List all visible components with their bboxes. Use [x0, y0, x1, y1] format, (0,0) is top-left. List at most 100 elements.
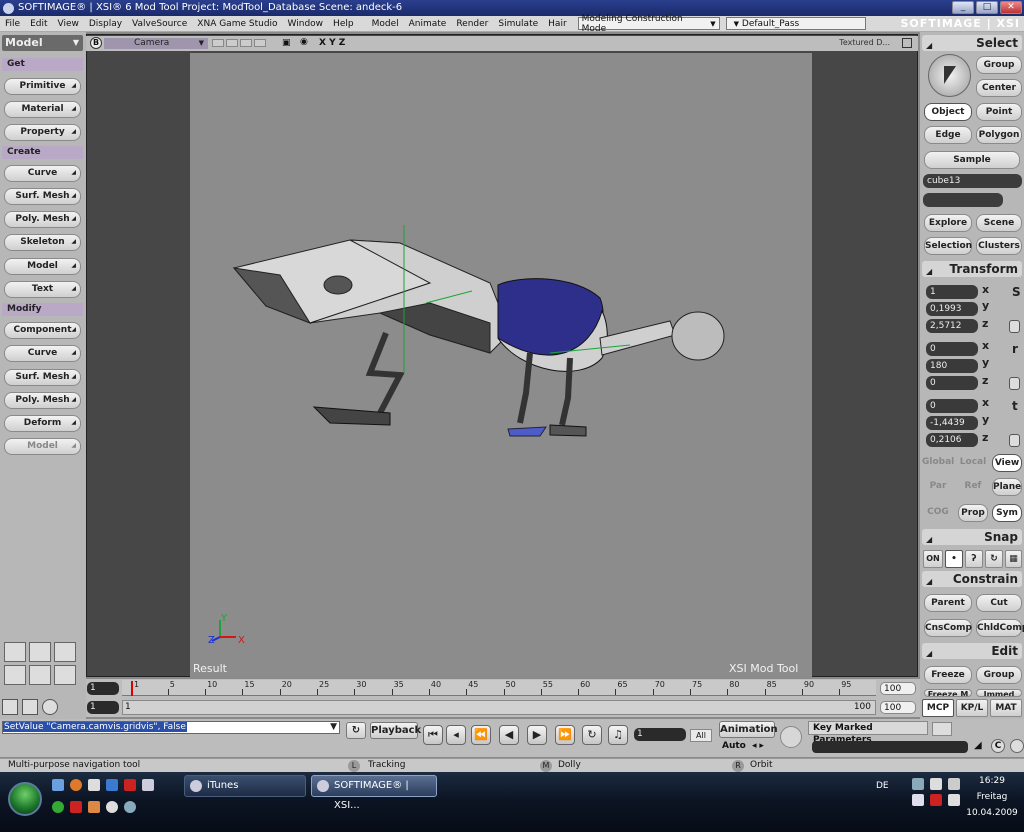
translate-z-field[interactable]: 0,2106: [926, 433, 978, 447]
tab-kpl[interactable]: KP/L: [956, 699, 988, 717]
create-skeleton-button[interactable]: Skeleton ◢: [4, 234, 81, 251]
menu-edit[interactable]: Edit: [25, 19, 52, 29]
rotate-y-field[interactable]: 180: [926, 359, 978, 373]
volume-icon[interactable]: [948, 778, 960, 790]
ref-button[interactable]: Ref: [958, 478, 988, 496]
snap-grid-icon[interactable]: ▦: [1005, 550, 1022, 568]
playback-button[interactable]: Playback: [370, 722, 421, 739]
show-desktop-icon[interactable]: [52, 779, 64, 791]
create-poly-mesh-button[interactable]: Poly. Mesh ◢: [4, 211, 81, 228]
primitive-button[interactable]: Primitive ◢: [4, 78, 81, 95]
key-icon[interactable]: [780, 726, 802, 748]
taskbar-itunes[interactable]: iTunes: [184, 775, 306, 797]
menu-valvesource[interactable]: ValveSource: [127, 19, 192, 29]
timeline-range-bar[interactable]: 1 100: [122, 700, 876, 715]
key-parameters-field[interactable]: [812, 741, 968, 753]
close-button[interactable]: ✕: [1000, 1, 1022, 14]
menu-file[interactable]: File: [0, 19, 25, 29]
menu-xna[interactable]: XNA Game Studio: [192, 19, 282, 29]
loop-playback-icon[interactable]: ↻: [582, 725, 602, 745]
modify-surf-mesh-button[interactable]: Surf. Mesh ◢: [4, 369, 81, 386]
rotate-x-field[interactable]: 0: [926, 342, 978, 356]
par-button[interactable]: Par: [922, 478, 954, 496]
eye-icon[interactable]: ◉: [300, 37, 308, 47]
first-frame-icon[interactable]: ⏮: [423, 725, 443, 745]
constrain-panel-header[interactable]: ◢ Constrain: [922, 571, 1022, 587]
cut-button[interactable]: Cut: [976, 594, 1022, 612]
audio-icon[interactable]: ♫: [608, 725, 628, 745]
tray-icon[interactable]: [912, 794, 924, 806]
menu-model[interactable]: Model: [367, 19, 404, 29]
group-edit-button[interactable]: Group: [976, 666, 1022, 684]
paint-icon[interactable]: [42, 699, 58, 715]
scale-y-field[interactable]: 0,1993: [926, 302, 978, 316]
menu-help[interactable]: Help: [328, 19, 359, 29]
key-marked-parameters-button[interactable]: Key Marked Parameters: [808, 721, 928, 745]
softimage-icon[interactable]: [106, 801, 118, 813]
app-icon[interactable]: [88, 801, 100, 813]
polygon-button[interactable]: Polygon: [976, 126, 1022, 144]
c-icon[interactable]: C: [991, 739, 1005, 753]
scale-z-field[interactable]: 2,5712: [926, 319, 978, 333]
transform-panel-header[interactable]: ◢ Transform: [922, 261, 1022, 277]
view-button[interactable]: View: [992, 454, 1022, 472]
scene-button[interactable]: Scene: [976, 214, 1022, 232]
sym-button[interactable]: Sym: [992, 504, 1022, 522]
security-icon[interactable]: [930, 794, 942, 806]
edge-button[interactable]: Edge: [924, 126, 972, 144]
tray-icon[interactable]: [930, 778, 942, 790]
tab-mat[interactable]: MAT: [990, 699, 1022, 717]
lock-icon[interactable]: [1009, 434, 1020, 447]
modify-curve-button[interactable]: Curve ◢: [4, 345, 81, 362]
rotate-z-field[interactable]: 0: [926, 376, 978, 390]
menu-hair[interactable]: Hair: [543, 19, 571, 29]
layout-front-icon[interactable]: [54, 665, 76, 685]
timeline-start-field[interactable]: 1: [87, 682, 119, 695]
current-frame-field[interactable]: 1: [634, 728, 686, 741]
prop-button[interactable]: Prop: [958, 504, 988, 522]
rewind-icon[interactable]: ⏪: [471, 725, 491, 745]
snap-rotate-icon[interactable]: ↻: [985, 550, 1003, 568]
point-button[interactable]: Point: [976, 103, 1022, 121]
shading-mode[interactable]: Textured D...: [839, 38, 890, 47]
select-arrow-icon[interactable]: [928, 54, 971, 97]
lock-icon[interactable]: [1009, 320, 1020, 333]
property-button[interactable]: Property ◢: [4, 124, 81, 141]
section-create[interactable]: Create: [2, 146, 83, 159]
snap-panel-header[interactable]: ◢ Snap: [922, 529, 1022, 545]
maximize-button[interactable]: □: [976, 1, 998, 14]
menu-render[interactable]: Render: [451, 19, 493, 29]
timeline-end-field[interactable]: 100: [880, 682, 916, 695]
app-icon[interactable]: [124, 779, 136, 791]
lock-icon[interactable]: [1009, 377, 1020, 390]
command-line[interactable]: SetValue "Camera.camvis.gridvis", False ▼: [2, 721, 340, 734]
freeze-m-button[interactable]: Freeze M: [924, 689, 972, 697]
fast-forward-icon[interactable]: ⏩: [555, 725, 575, 745]
animation-button[interactable]: Animation: [719, 721, 778, 738]
translate-icon[interactable]: t: [1012, 399, 1018, 413]
system-clock[interactable]: 16:29 Freitag 10.04.2009: [966, 775, 1018, 819]
selection-filter-field[interactable]: [923, 193, 1003, 207]
translate-y-field[interactable]: -1,4439: [926, 416, 978, 430]
menu-view[interactable]: View: [53, 19, 84, 29]
module-selector[interactable]: Model ▼: [2, 35, 83, 51]
firefox-icon[interactable]: [70, 779, 82, 791]
app-icon[interactable]: [124, 801, 136, 813]
edit-panel-header[interactable]: ◢ Edit: [922, 643, 1022, 659]
app-icon[interactable]: [70, 801, 82, 813]
create-model-button[interactable]: Model ◢: [4, 258, 81, 275]
camera-selector[interactable]: Camera ▼: [104, 38, 208, 49]
menu-animate[interactable]: Animate: [404, 19, 452, 29]
loop-icon[interactable]: ↻: [346, 722, 366, 739]
app-icon[interactable]: [142, 779, 154, 791]
group-button[interactable]: Group: [976, 56, 1022, 74]
modify-component-button[interactable]: Component ◢: [4, 322, 81, 339]
object-button[interactable]: Object: [924, 103, 972, 121]
axis-toggles[interactable]: X Y Z: [319, 38, 345, 48]
network-icon[interactable]: [912, 778, 924, 790]
section-get[interactable]: Get: [2, 58, 83, 71]
maximize-viewport-icon[interactable]: [902, 38, 912, 48]
freeze-button[interactable]: Freeze: [924, 666, 972, 684]
taskbar-softimage[interactable]: SOFTIMAGE® | XSI...: [311, 775, 437, 811]
timeline-ruler[interactable]: 1 5 10 15 20 25 30 35 40 45 50 55 60 65 70 75 80 85 90 95: [122, 680, 876, 696]
